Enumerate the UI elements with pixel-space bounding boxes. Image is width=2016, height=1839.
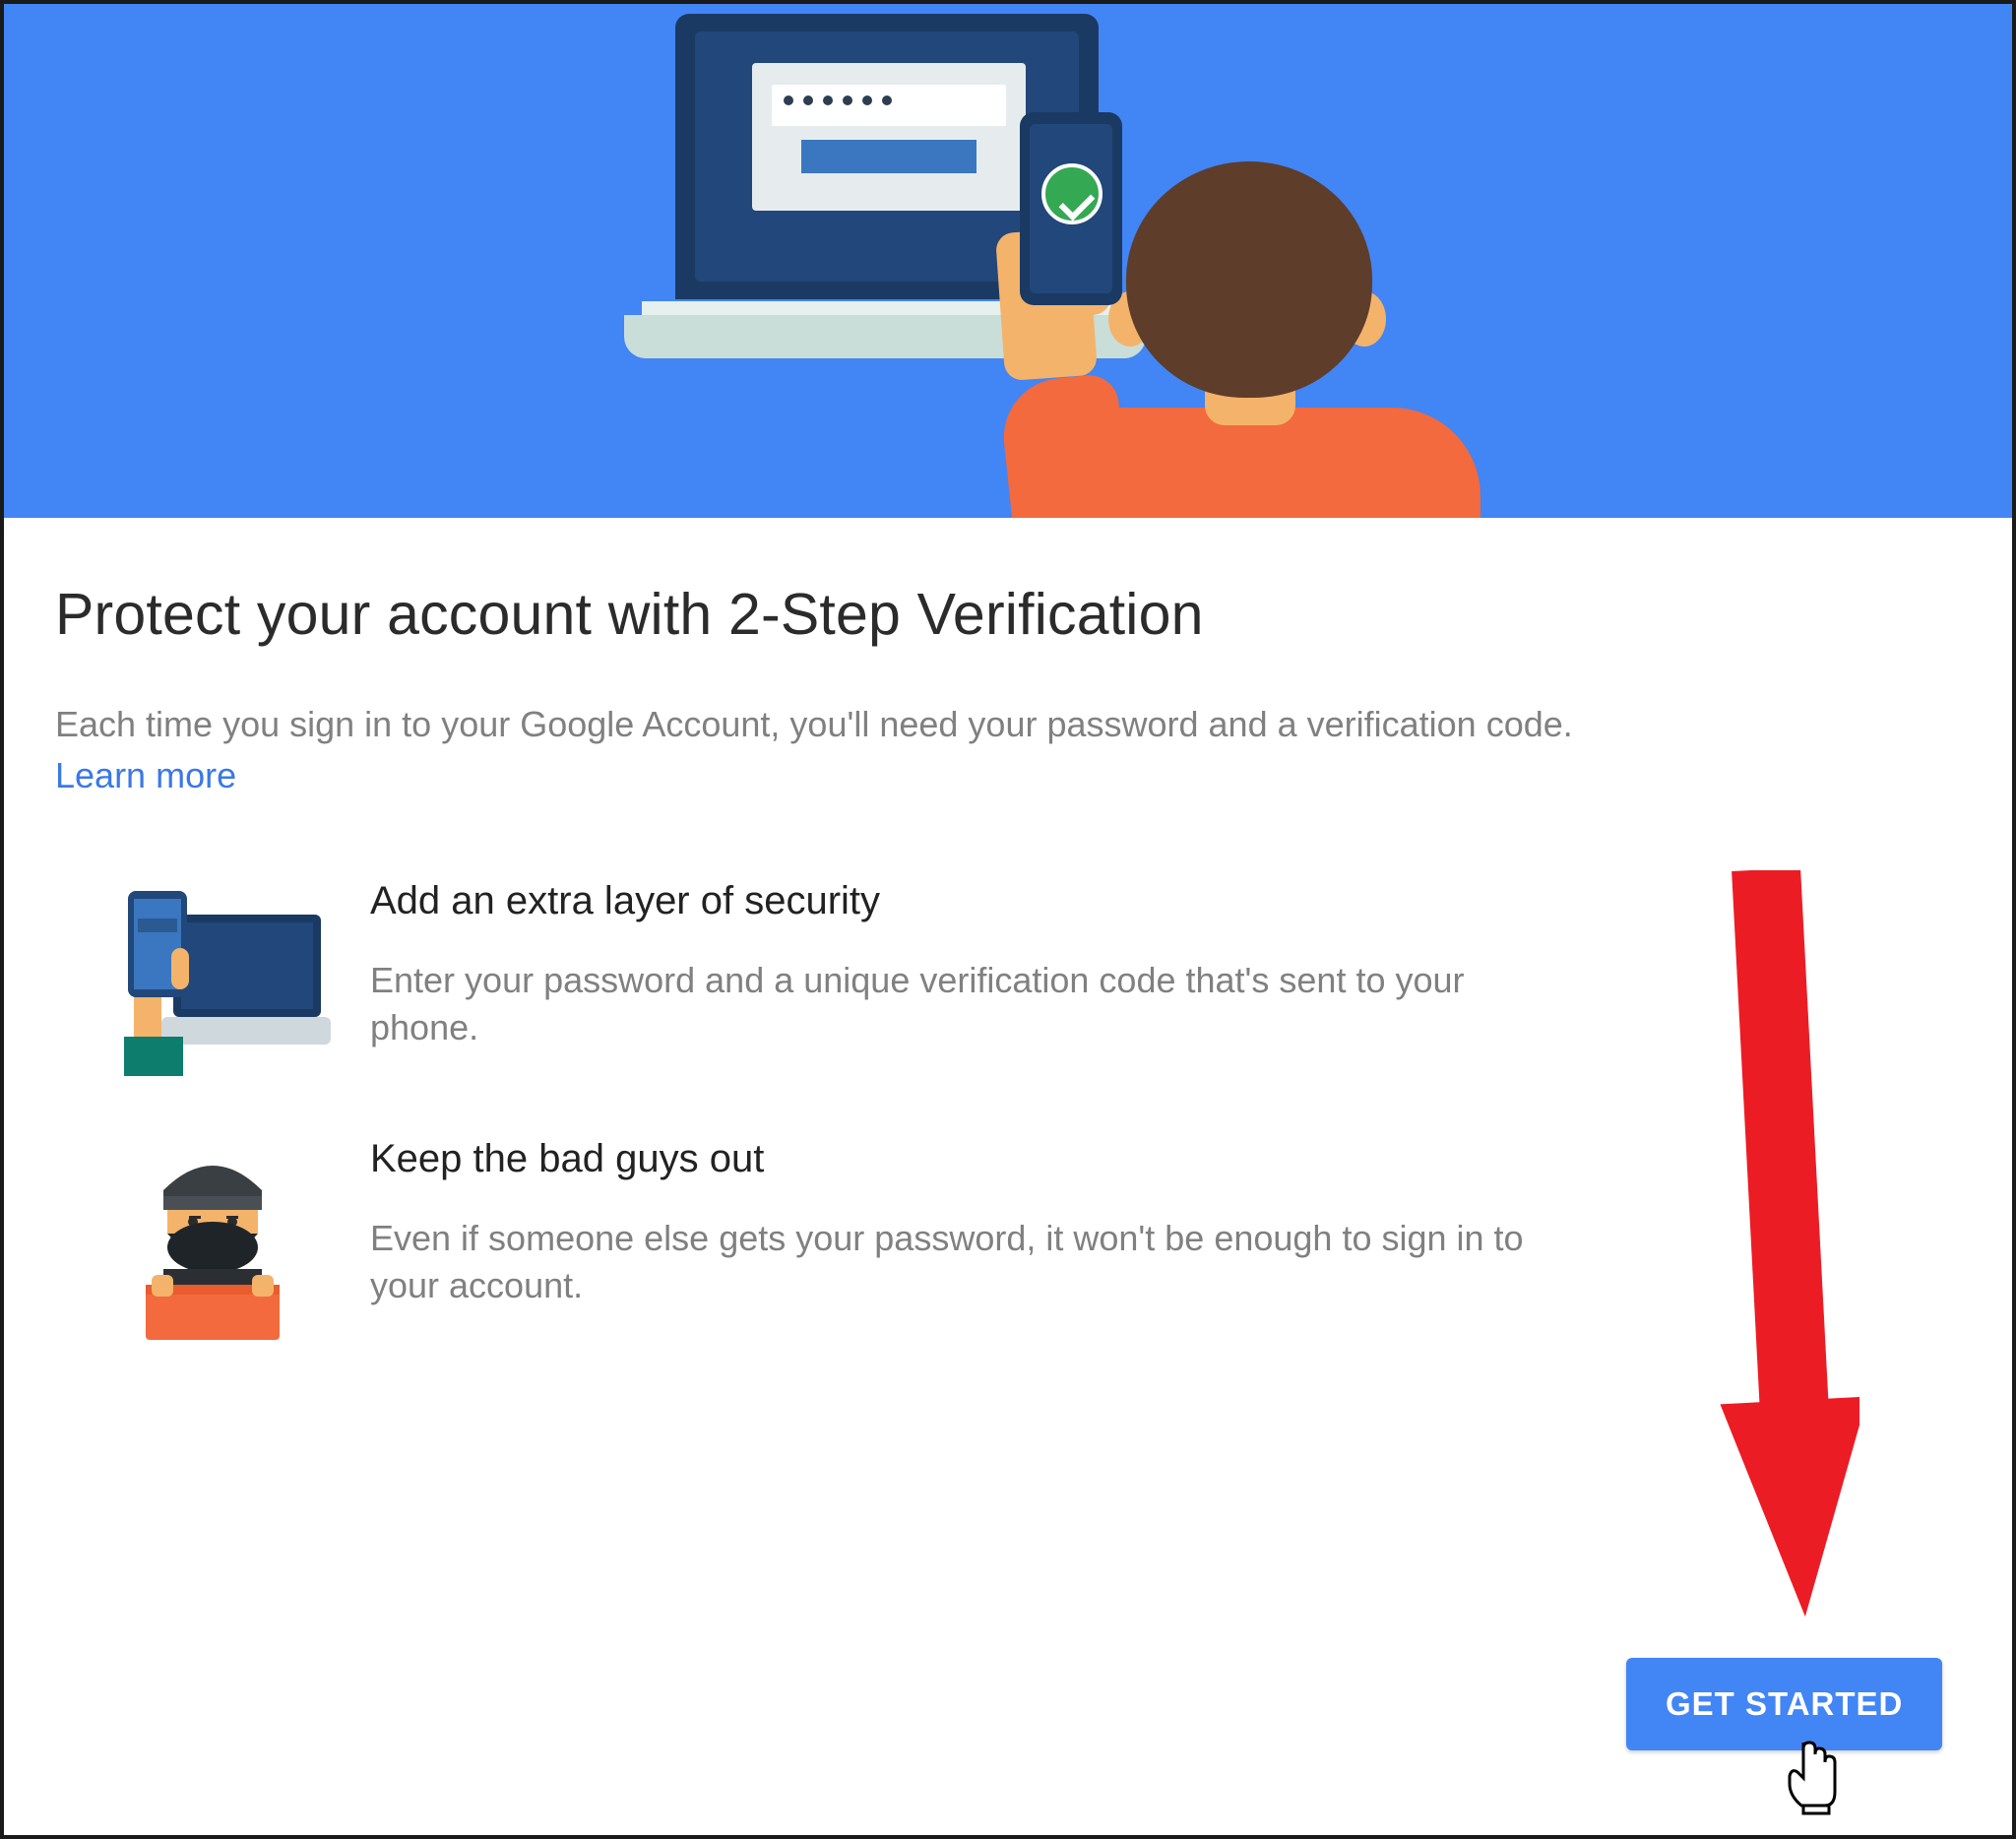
feature-desc: Enter your password and a unique verific… xyxy=(370,957,1551,1052)
feature-icon-burglar xyxy=(55,1137,370,1344)
hero-banner xyxy=(4,4,2012,518)
learn-more-link[interactable]: Learn more xyxy=(55,755,236,796)
page-frame: Protect your account with 2-Step Verific… xyxy=(0,0,2016,1839)
page-subtitle: Each time you sign in to your Google Acc… xyxy=(55,701,1965,749)
feature-title: Keep the bad guys out xyxy=(370,1137,1551,1181)
get-started-button[interactable]: GET STARTED xyxy=(1626,1658,1942,1750)
feature-desc: Even if someone else gets your password,… xyxy=(370,1215,1551,1310)
feature-row-security-layer: Add an extra layer of security Enter you… xyxy=(55,879,1965,1076)
page-title: Protect your account with 2-Step Verific… xyxy=(55,581,1965,648)
feature-row-bad-guys: Keep the bad guys out Even if someone el… xyxy=(55,1137,1965,1344)
hero-person-illustration xyxy=(939,122,1530,518)
feature-title: Add an extra layer of security xyxy=(370,879,1551,923)
main-content: Protect your account with 2-Step Verific… xyxy=(4,518,2012,1344)
checkmark-icon xyxy=(1041,163,1102,224)
feature-icon-phone-laptop xyxy=(55,879,370,1076)
